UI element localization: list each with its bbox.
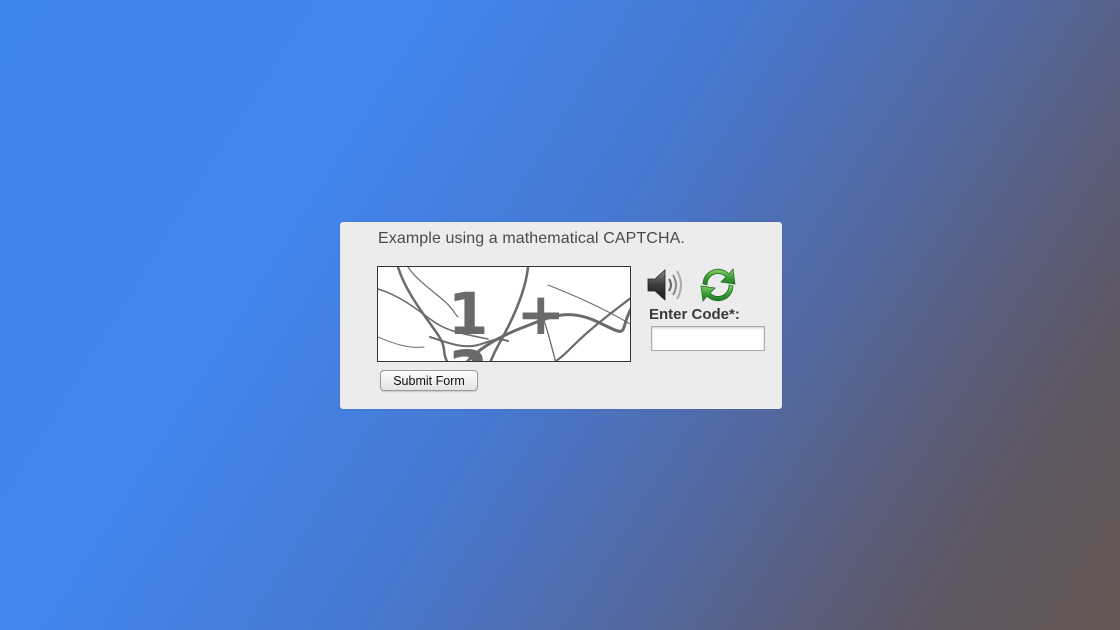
audio-captcha-button[interactable] <box>646 266 686 304</box>
form-caption: Example using a mathematical CAPTCHA. <box>378 230 685 247</box>
captcha-code-input[interactable] <box>651 326 765 351</box>
refresh-captcha-button[interactable] <box>697 264 739 306</box>
captcha-challenge-text: 1 + 3 <box>448 280 570 361</box>
submit-form-button[interactable]: Submit Form <box>380 370 478 391</box>
refresh-arrows-icon <box>700 268 736 302</box>
enter-code-label: Enter Code*: <box>649 306 740 323</box>
speaker-audio-icon <box>647 269 682 301</box>
captcha-form-panel: Example using a mathematical CAPTCHA. 1 … <box>340 222 782 409</box>
captcha-image: 1 + 3 <box>377 266 631 362</box>
